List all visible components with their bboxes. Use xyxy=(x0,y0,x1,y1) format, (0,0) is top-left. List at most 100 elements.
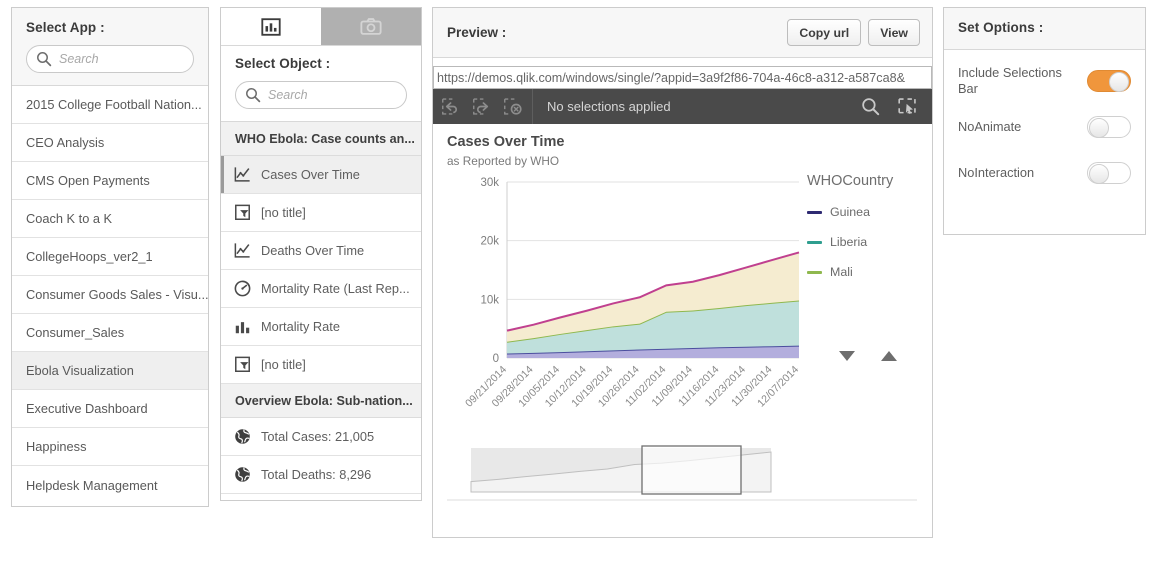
legend-item-label: Liberia xyxy=(830,235,868,249)
search-icon xyxy=(37,52,52,67)
selection-tool-icon[interactable] xyxy=(897,96,918,117)
legend-item[interactable]: Liberia xyxy=(807,235,927,249)
object-list-item[interactable]: Total Deaths: 8,296 xyxy=(221,456,421,494)
object-list-item-label: Mortality Rate xyxy=(261,319,340,334)
page-title: Select App : xyxy=(26,20,105,35)
selections-status-text: No selections applied xyxy=(547,99,671,114)
option-toggle[interactable] xyxy=(1087,116,1131,138)
app-search-wrap xyxy=(26,45,194,73)
chart-scrollbar-window[interactable] xyxy=(641,445,742,495)
app-list-item-label: CEO Analysis xyxy=(26,135,105,150)
bar-chart-icon xyxy=(235,322,250,334)
app-root: Select App : 2015 College Football Natio… xyxy=(0,0,1157,573)
legend-swatch xyxy=(807,270,822,274)
option-row: NoAnimate xyxy=(944,104,1145,150)
toggle-knob xyxy=(1109,72,1129,92)
view-button[interactable]: View xyxy=(868,19,920,46)
app-list-item[interactable]: Consumer_Sales xyxy=(12,314,208,352)
url-row xyxy=(433,58,932,89)
toggle-knob xyxy=(1089,164,1109,184)
globe-icon xyxy=(235,429,250,444)
app-list-item-label: Helpdesk Management xyxy=(26,477,158,493)
app-list-item[interactable]: Consumer Goods Sales - Visu... xyxy=(12,276,208,314)
legend-scroll-controls xyxy=(837,348,899,364)
app-list-item[interactable]: CEO Analysis xyxy=(12,124,208,162)
legend-item[interactable]: Guinea xyxy=(807,205,927,219)
object-list-item-label: [no title] xyxy=(261,205,306,220)
y-axis-tick: 0 xyxy=(493,353,499,365)
app-list-item[interactable]: CollegeHoops_ver2_1 xyxy=(12,238,208,276)
copy-url-button[interactable]: Copy url xyxy=(787,19,862,46)
app-list-item-label: Executive Dashboard xyxy=(26,401,148,416)
toggle-knob xyxy=(1089,118,1109,138)
app-list-item[interactable]: Ebola Visualization xyxy=(12,352,208,390)
filter-pane-icon xyxy=(235,204,250,220)
option-row: NoInteraction xyxy=(944,150,1145,196)
object-list-item[interactable]: [no title] xyxy=(221,346,421,384)
app-list-item-label: Coach K to a K xyxy=(26,211,113,226)
set-options-title: Set Options : xyxy=(958,20,1044,35)
object-list-item[interactable]: [no title] xyxy=(221,194,421,232)
select-object-panel: Select Object : WHO Ebola: Case counts a… xyxy=(220,7,422,501)
search-icon[interactable] xyxy=(860,96,881,117)
object-list-item[interactable]: Total Cases: 21,005 xyxy=(221,418,421,456)
legend-item[interactable]: Mali xyxy=(807,265,927,279)
tab-snapshots[interactable] xyxy=(321,8,421,45)
app-list-item-label: CollegeHoops_ver2_1 xyxy=(26,249,153,264)
app-list-item[interactable]: Coach K to a K xyxy=(12,200,208,238)
selection-back-icon[interactable] xyxy=(441,96,462,117)
legend-item-label: Mali xyxy=(830,265,853,279)
app-list-item-label: CMS Open Payments xyxy=(26,173,150,188)
app-list: 2015 College Football Nation... CEO Analy… xyxy=(12,86,208,504)
option-row: Include Selections Bar xyxy=(944,58,1145,104)
option-toggle[interactable] xyxy=(1087,70,1131,92)
select-app-header: Select App : xyxy=(12,8,208,86)
app-list-item[interactable]: CMS Open Payments xyxy=(12,162,208,200)
preview-header: Preview : Copy url View xyxy=(433,8,932,58)
legend-scroll-down-icon[interactable] xyxy=(837,348,857,364)
option-label: NoInteraction xyxy=(958,165,1035,180)
app-list-item-label: 2015 College Football Nation... xyxy=(26,97,202,112)
selections-tools xyxy=(852,89,932,124)
object-search-wrap xyxy=(235,81,407,109)
selections-bar: No selections applied xyxy=(433,89,932,124)
legend-swatch xyxy=(807,240,822,244)
select-object-title: Select Object : xyxy=(235,56,331,71)
globe-icon xyxy=(235,467,250,482)
camera-icon xyxy=(360,17,382,35)
chart-body[interactable]: 0 10k 20k 30k 09/21/2014 09/28/2014 10/05/2014… xyxy=(447,168,934,508)
object-list-item[interactable]: Deaths Over Time xyxy=(221,232,421,270)
app-list-item[interactable]: Executive Dashboard xyxy=(12,390,208,428)
y-axis-tick: 10k xyxy=(480,294,499,306)
url-input[interactable] xyxy=(433,66,932,89)
option-label: Include Selections Bar xyxy=(958,65,1062,96)
app-list-item[interactable]: Helpdesk Management xyxy=(12,466,208,504)
object-list: WHO Ebola: Case counts an... Cases Over T… xyxy=(221,122,421,494)
y-axis-tick: 30k xyxy=(480,177,499,189)
object-tabs xyxy=(221,8,421,46)
object-list-item[interactable]: Mortality Rate xyxy=(221,308,421,346)
object-list-item-label: Total Cases: 21,005 xyxy=(261,429,375,444)
preview-panel: Preview : Copy url View https://demos.ql… xyxy=(432,7,933,538)
app-list-item-label: Consumer_Sales xyxy=(26,325,125,340)
select-app-panel: Select App : 2015 College Football Natio… xyxy=(11,7,209,507)
app-list-item[interactable]: Happiness xyxy=(12,428,208,466)
selection-forward-icon[interactable] xyxy=(472,96,493,117)
object-group-header: Overview Ebola: Sub-nation... xyxy=(221,384,421,418)
app-list-item[interactable]: 2015 College Football Nation... xyxy=(12,86,208,124)
app-list-item-label: Ebola Visualization xyxy=(26,363,134,378)
line-chart-icon xyxy=(234,167,250,182)
object-list-item[interactable]: Mortality Rate (Last Rep... xyxy=(221,270,421,308)
clear-selections-icon[interactable] xyxy=(503,96,524,117)
object-list-item-label: [no title] xyxy=(261,357,306,372)
select-object-header: Select Object : xyxy=(221,46,421,122)
object-list-item-label: Mortality Rate (Last Rep... xyxy=(261,281,410,296)
object-list-item[interactable]: Cases Over Time xyxy=(221,156,421,194)
line-chart-icon xyxy=(234,243,250,258)
option-toggle[interactable] xyxy=(1087,162,1131,184)
tab-objects[interactable] xyxy=(221,8,321,45)
app-list-item-label: Happiness xyxy=(26,439,87,454)
chart-legend: WHOCountry Guinea Liberia Mali xyxy=(807,173,927,279)
legend-scroll-up-icon[interactable] xyxy=(879,348,899,364)
selection-history-controls xyxy=(433,89,533,124)
